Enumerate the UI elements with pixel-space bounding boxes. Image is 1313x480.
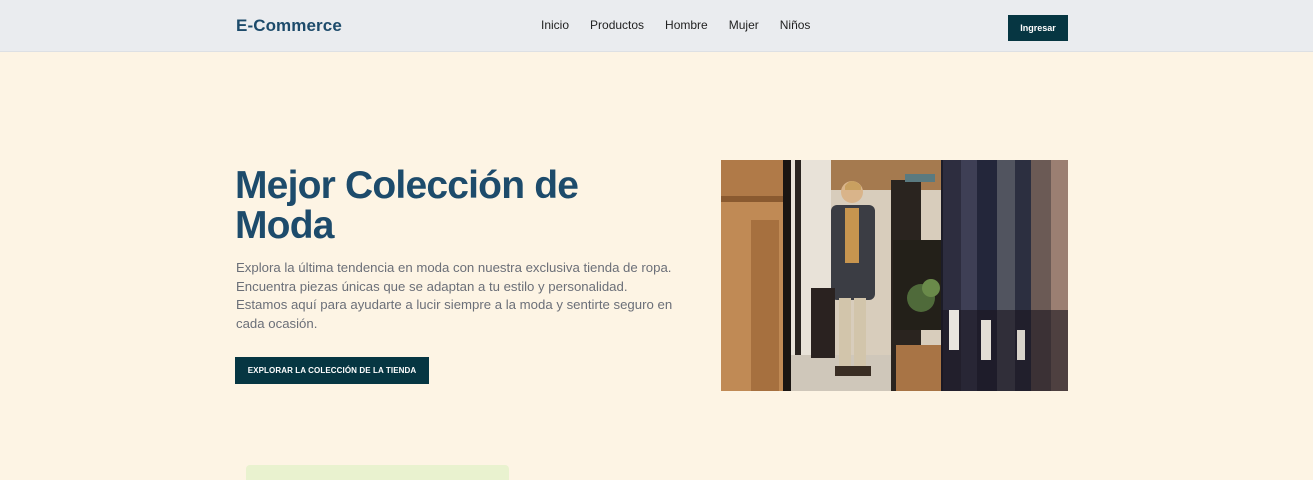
hero-title: Mejor Colección de Moda [235,164,579,247]
nav-link-hombre[interactable]: Hombre [665,18,708,32]
nav-link-productos[interactable]: Productos [590,18,644,32]
top-navbar: E-Commerce Inicio Productos Hombre Mujer… [0,0,1313,52]
nav-link-inicio[interactable]: Inicio [541,18,569,32]
main-nav: Inicio Productos Hombre Mujer Niños [541,18,831,32]
nav-link-ninos[interactable]: Niños [780,18,811,32]
explore-collection-button[interactable]: EXPLORAR LA COLECCIÓN DE LA TIENDA [235,357,429,384]
brand-logo[interactable]: E-Commerce [236,16,342,36]
login-button[interactable]: Ingresar [1008,15,1068,41]
hero-description: Explora la última tendencia en moda con … [236,260,673,331]
nav-link-mujer[interactable]: Mujer [729,18,759,32]
hero-image [721,160,1068,391]
category-card [246,465,509,480]
